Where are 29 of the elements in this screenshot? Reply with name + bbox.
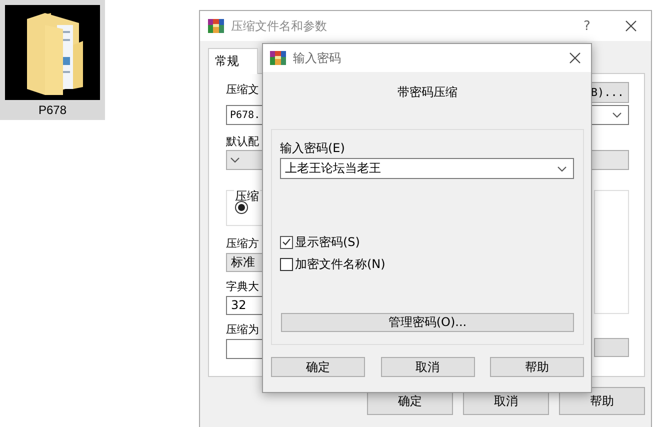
password-field[interactable]: 上老王论坛当老王 (280, 158, 574, 179)
field-label: 默认配 (226, 134, 259, 150)
desktop-icon[interactable]: P678 (0, 0, 105, 120)
field-label: 压缩为 (226, 322, 259, 338)
dialog-button[interactable]: 帮助 (559, 387, 645, 415)
checkbox[interactable] (280, 236, 293, 248)
dialog-button[interactable]: 确定 (271, 357, 365, 377)
checkbox-label: 显示密码(S) (295, 234, 360, 250)
group-label: 压缩 (234, 189, 260, 203)
radio-button[interactable] (235, 201, 248, 214)
archive-app-icon (208, 18, 224, 34)
dialog-heading: 带密码压缩 (398, 84, 458, 100)
checkbox[interactable] (280, 258, 293, 270)
archive-app-icon (270, 50, 286, 66)
dialog-button[interactable]: 取消 (380, 357, 474, 377)
field-label: 字典大 (226, 279, 259, 295)
checkbox-label: 加密文件名称(N) (295, 256, 386, 272)
checkmark-icon (282, 238, 291, 246)
window-title: 压缩文件名和参数 (231, 18, 328, 34)
dialog-button[interactable]: 帮助 (490, 357, 584, 377)
manage-passwords-button[interactable]: 管理密码(O)... (281, 313, 574, 332)
close-icon (569, 52, 581, 64)
window-title: 输入密码 (293, 50, 342, 66)
field-label: 输入密码(E) (280, 140, 345, 156)
close-icon (625, 20, 637, 32)
field-label: 压缩方 (226, 236, 259, 252)
tab[interactable]: 常规 (208, 48, 258, 74)
file-name: P678 (38, 103, 67, 117)
field-label: 压缩文 (226, 82, 259, 98)
